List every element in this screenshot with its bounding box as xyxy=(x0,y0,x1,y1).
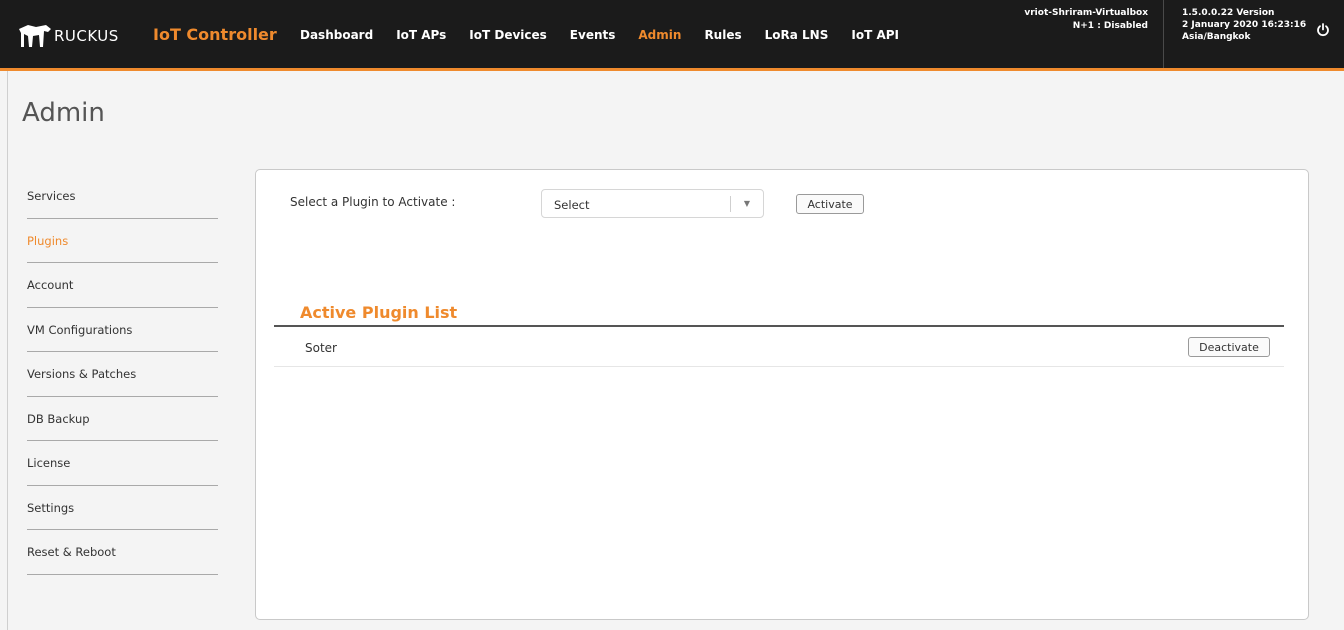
nav-iot-aps[interactable]: IoT APs xyxy=(396,28,446,42)
nav-events[interactable]: Events xyxy=(570,28,616,42)
nav-admin[interactable]: Admin xyxy=(638,28,681,42)
table-row: Soter Deactivate xyxy=(274,327,1284,367)
version-info: 1.5.0.0.22 Version 2 January 2020 16:23:… xyxy=(1182,7,1306,43)
ha-status: N+1 : Disabled xyxy=(1072,21,1148,31)
deactivate-button[interactable]: Deactivate xyxy=(1188,337,1270,357)
sidebar-item-services[interactable]: Services xyxy=(27,174,218,219)
hostname: vriot-Shriram-Virtualbox xyxy=(1024,8,1148,18)
sidebar-item-db-backup[interactable]: DB Backup xyxy=(27,397,218,441)
page-border xyxy=(7,71,8,630)
plugins-panel: Select a Plugin to Activate : Select ▼ A… xyxy=(255,169,1309,620)
timezone: Asia/Bangkok xyxy=(1182,32,1251,42)
nav-iot-devices[interactable]: IoT Devices xyxy=(469,28,547,42)
dog-logo-icon xyxy=(19,25,51,47)
page-title: Admin xyxy=(22,98,105,128)
sidebar-item-settings[interactable]: Settings xyxy=(27,486,218,530)
sidebar-item-license[interactable]: License xyxy=(27,441,218,486)
nav-rules[interactable]: Rules xyxy=(704,28,741,42)
sidebar-item-reset-reboot[interactable]: Reset & Reboot xyxy=(27,530,218,575)
sidebar-item-versions-patches[interactable]: Versions & Patches xyxy=(27,352,218,397)
plugin-select[interactable]: Select ▼ xyxy=(541,189,764,218)
admin-sidebar: Services Plugins Account VM Configuratio… xyxy=(27,174,218,575)
activate-button[interactable]: Activate xyxy=(796,194,864,214)
main-nav: Dashboard IoT APs IoT Devices Events Adm… xyxy=(300,28,922,42)
nav-lora-lns[interactable]: LoRa LNS xyxy=(765,28,829,42)
plugin-name: Soter xyxy=(305,341,337,355)
header-divider xyxy=(1163,0,1164,68)
power-icon xyxy=(1317,23,1329,37)
sidebar-item-account[interactable]: Account xyxy=(27,263,218,308)
ruckus-logo[interactable]: RUCKUS xyxy=(18,22,119,50)
chevron-down-icon: ▼ xyxy=(743,199,750,208)
power-button[interactable] xyxy=(1316,22,1330,41)
active-plugin-list-title: Active Plugin List xyxy=(300,303,458,322)
nav-iot-api[interactable]: IoT API xyxy=(851,28,899,42)
host-info: vriot-Shriram-Virtualbox N+1 : Disabled xyxy=(1024,7,1148,33)
header-accent-line xyxy=(0,68,1344,71)
version: 1.5.0.0.22 Version xyxy=(1182,8,1275,18)
nav-dashboard[interactable]: Dashboard xyxy=(300,28,373,42)
select-divider xyxy=(730,196,731,212)
top-navigation-bar: RUCKUS IoT Controller Dashboard IoT APs … xyxy=(0,0,1344,68)
brand-name: RUCKUS xyxy=(54,27,119,45)
sidebar-item-vm-configurations[interactable]: VM Configurations xyxy=(27,308,218,352)
product-name: IoT Controller xyxy=(153,25,277,44)
sidebar-item-plugins[interactable]: Plugins xyxy=(27,219,218,263)
select-plugin-label: Select a Plugin to Activate : xyxy=(290,195,456,209)
plugin-select-value: Select xyxy=(554,198,590,212)
datetime: 2 January 2020 16:23:16 xyxy=(1182,20,1307,30)
